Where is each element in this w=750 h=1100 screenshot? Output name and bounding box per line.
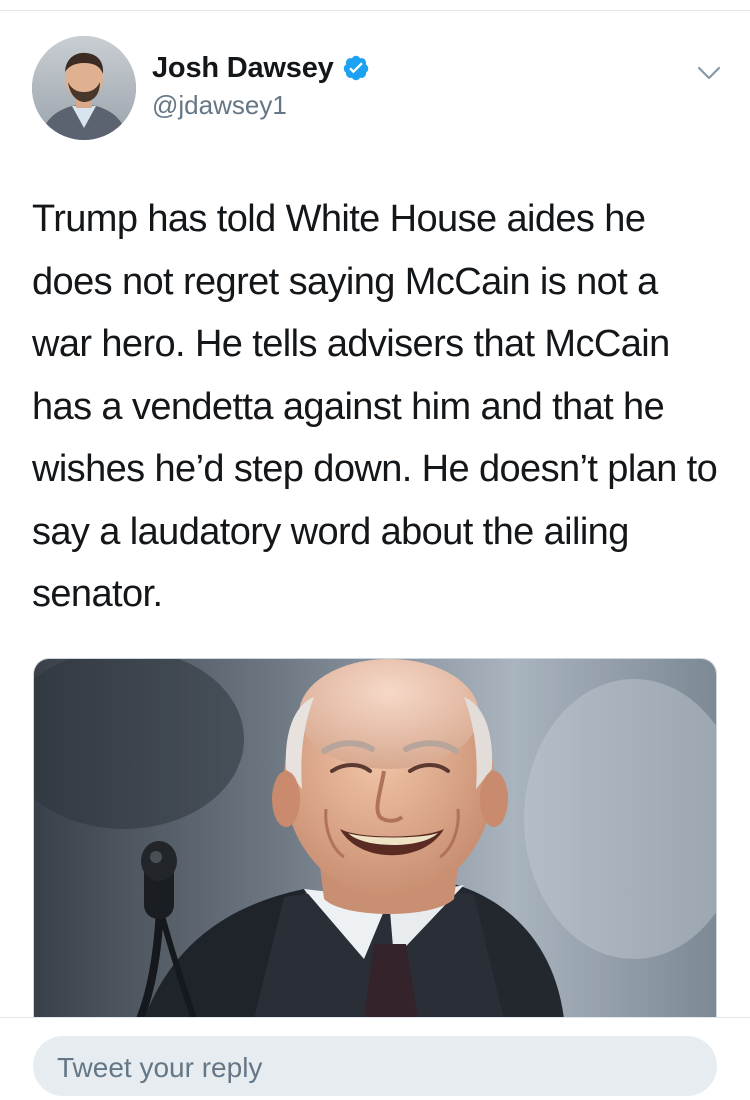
verified-badge-icon <box>342 54 370 82</box>
tweet-header: Josh Dawsey @jdawsey1 <box>32 36 722 140</box>
avatar-photo-icon <box>32 36 136 140</box>
reply-bar: Tweet your reply <box>0 1017 750 1096</box>
author-handle[interactable]: @jdawsey1 <box>152 90 287 121</box>
author-avatar[interactable] <box>32 36 136 140</box>
author-name-row: Josh Dawsey <box>152 50 370 86</box>
reply-input[interactable]: Tweet your reply <box>33 1036 717 1096</box>
tweet-text: Trump has told White House aides he does… <box>32 198 718 615</box>
tweet-photo[interactable] <box>33 658 717 1018</box>
chevron-down-icon[interactable] <box>696 60 722 86</box>
photo-smiling-man-icon <box>34 659 716 1018</box>
author-display-name[interactable]: Josh Dawsey <box>152 52 334 85</box>
top-divider <box>0 10 750 11</box>
